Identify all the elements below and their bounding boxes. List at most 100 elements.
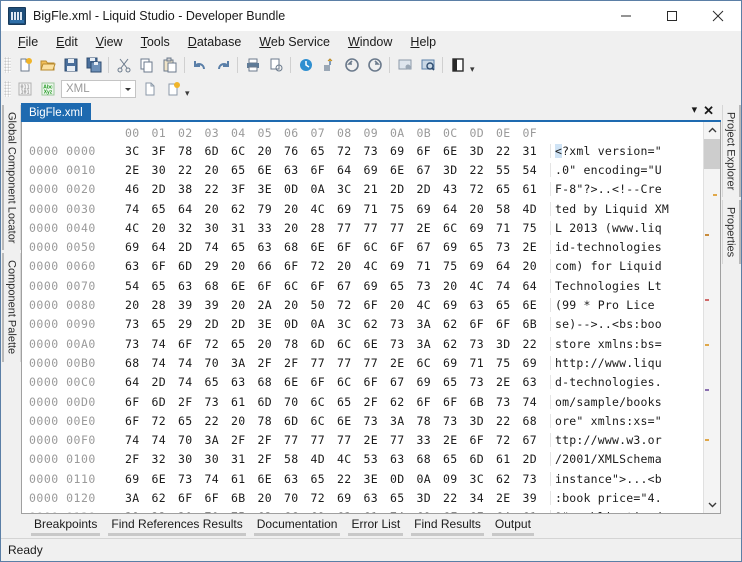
hex-byte[interactable]: 63 <box>337 510 364 513</box>
hex-byte[interactable]: 65 <box>390 279 417 293</box>
hex-byte[interactable]: 69 <box>125 240 152 254</box>
hex-byte[interactable]: 2A <box>258 298 285 312</box>
hex-byte[interactable]: 67 <box>390 375 417 389</box>
hex-byte[interactable]: 3D <box>470 144 497 158</box>
hex-byte[interactable]: 43 <box>443 182 470 196</box>
bottom-tab-error-list[interactable]: Error List <box>344 515 407 537</box>
hex-byte[interactable]: 74 <box>205 472 232 486</box>
hex-byte[interactable]: 6F <box>364 298 391 312</box>
sidebar-item-properties[interactable]: Properties <box>721 200 741 265</box>
hex-byte[interactable]: 6C <box>284 510 311 513</box>
hex-byte[interactable]: 20 <box>231 259 258 273</box>
hex-byte[interactable]: 2F <box>364 395 391 409</box>
hex-byte[interactable]: 68 <box>125 356 152 370</box>
hex-byte[interactable]: 63 <box>390 452 417 466</box>
hex-byte[interactable]: 6C <box>337 337 364 351</box>
hex-byte[interactable]: 72 <box>337 144 364 158</box>
hex-byte[interactable]: 75 <box>443 259 470 273</box>
bottom-tab-find-references-results[interactable]: Find References Results <box>104 515 249 537</box>
hex-byte[interactable]: 6F <box>470 317 497 331</box>
sidebar-item-global-component-locator[interactable]: Global Component Locator <box>1 105 21 251</box>
hex-byte[interactable]: 3A <box>417 337 444 351</box>
hex-byte[interactable]: 6C <box>311 414 338 428</box>
hex-bytes[interactable]: 74 65 64 20 62 79 20 4C 69 71 75 69 64 20 58 4D <box>125 202 550 216</box>
hex-byte[interactable]: 6F <box>178 337 205 351</box>
hex-byte[interactable]: 6E <box>470 510 497 513</box>
hex-byte[interactable]: 74 <box>178 356 205 370</box>
hex-ascii[interactable]: <?xml version=" <box>550 143 703 158</box>
hex-byte[interactable]: 78 <box>178 144 205 158</box>
hex-byte[interactable]: 63 <box>284 472 311 486</box>
binary-icon[interactable]: 011 101 <box>14 79 35 100</box>
hex-byte[interactable]: 62 <box>390 395 417 409</box>
hex-byte[interactable]: 46 <box>125 182 152 196</box>
hex-byte[interactable]: 6F <box>125 414 152 428</box>
hex-byte[interactable]: 65 <box>443 375 470 389</box>
hex-byte[interactable]: 73 <box>205 395 232 409</box>
hex-byte[interactable]: 4D <box>523 202 550 216</box>
new-document-icon[interactable] <box>139 79 160 100</box>
hex-byte[interactable]: 28 <box>152 298 179 312</box>
hex-ascii[interactable]: http://www.liqu <box>550 355 703 370</box>
toolbar-grip-secondary[interactable] <box>4 81 11 97</box>
hex-byte[interactable]: 6D <box>152 395 179 409</box>
nav-forward-icon[interactable] <box>364 55 385 76</box>
hex-byte[interactable]: 77 <box>284 433 311 447</box>
copy-icon[interactable] <box>136 55 157 76</box>
hex-byte[interactable]: 58 <box>284 452 311 466</box>
hex-bytes[interactable]: 73 74 6F 72 65 20 78 6D 6C 6E 73 3A 62 73 3D 22 <box>125 337 550 351</box>
hex-byte[interactable]: 33 <box>417 433 444 447</box>
bottom-tab-output[interactable]: Output <box>488 515 538 537</box>
hex-byte[interactable]: 54 <box>125 279 152 293</box>
hex-byte[interactable]: 2E <box>390 356 417 370</box>
hex-byte[interactable]: 6F <box>470 433 497 447</box>
hex-byte[interactable]: 66 <box>258 259 285 273</box>
hex-byte[interactable]: 69 <box>470 221 497 235</box>
hex-byte[interactable]: 69 <box>417 202 444 216</box>
hex-byte[interactable]: 3E <box>364 472 391 486</box>
hex-byte[interactable]: 6C <box>337 375 364 389</box>
hex-byte[interactable]: 68 <box>258 375 285 389</box>
hex-byte[interactable]: 39 <box>125 510 152 513</box>
hex-byte[interactable]: 0D <box>284 182 311 196</box>
hex-byte[interactable]: 30 <box>178 452 205 466</box>
hex-row[interactable]: 0000 0100 2F 32 30 30 31 2F 58 4D 4C 53 63 68 65 6D 61 2… <box>22 450 703 469</box>
bottom-tab-find-results[interactable]: Find Results <box>407 515 488 537</box>
hex-byte[interactable]: 22 <box>152 510 179 513</box>
hex-byte[interactable]: 31 <box>231 221 258 235</box>
hex-byte[interactable]: 75 <box>390 202 417 216</box>
hex-byte[interactable]: 3F <box>231 182 258 196</box>
sidebar-item-component-palette[interactable]: Component Palette <box>1 253 21 362</box>
hex-byte[interactable]: 62 <box>443 317 470 331</box>
hex-byte[interactable]: 2F <box>258 452 285 466</box>
hex-row[interactable]: 0000 0010 2E 30 22 20 65 6E 63 6F 64 69 6E 67 3D 22 55 5… <box>22 160 703 179</box>
minimize-icon[interactable] <box>603 1 649 31</box>
hex-byte[interactable]: 70 <box>284 491 311 505</box>
hex-bytes[interactable]: 6F 72 65 22 20 78 6D 6C 6E 73 3A 78 73 3D 22 68 <box>125 414 550 428</box>
hex-byte[interactable]: 39 <box>523 491 550 505</box>
hex-byte[interactable]: 20 <box>125 298 152 312</box>
hex-byte[interactable]: 6D <box>178 259 205 273</box>
hex-bytes[interactable]: 20 28 39 39 20 2A 20 50 72 6F 20 4C 69 63 65 6E <box>125 298 550 312</box>
hex-byte[interactable]: 62 <box>231 202 258 216</box>
hex-bytes[interactable]: 4C 20 32 30 31 33 20 28 77 77 77 2E 6C 69 71 75 <box>125 221 550 235</box>
hex-byte[interactable]: 3C <box>337 182 364 196</box>
hex-ascii[interactable]: 9" publicationd <box>550 510 703 513</box>
chevron-down-icon[interactable]: ▾ <box>689 105 701 116</box>
hex-byte[interactable]: 31 <box>231 452 258 466</box>
hex-byte[interactable]: 22 <box>178 163 205 177</box>
hex-byte[interactable]: 2F <box>125 452 152 466</box>
hex-byte[interactable]: 68 <box>523 414 550 428</box>
print-icon[interactable] <box>242 55 263 76</box>
hex-byte[interactable]: 20 <box>284 202 311 216</box>
hex-byte[interactable]: 73 <box>390 317 417 331</box>
hex-byte[interactable]: 6C <box>231 144 258 158</box>
hex-byte[interactable]: 72 <box>470 182 497 196</box>
hex-ascii[interactable]: id-technologies <box>550 240 703 255</box>
hex-byte[interactable]: 0A <box>417 472 444 486</box>
hex-byte[interactable]: 61 <box>496 452 523 466</box>
hex-byte[interactable]: 65 <box>390 491 417 505</box>
hex-byte[interactable]: 65 <box>205 375 232 389</box>
hex-byte[interactable]: 32 <box>152 452 179 466</box>
hex-byte[interactable]: 2D <box>205 317 232 331</box>
